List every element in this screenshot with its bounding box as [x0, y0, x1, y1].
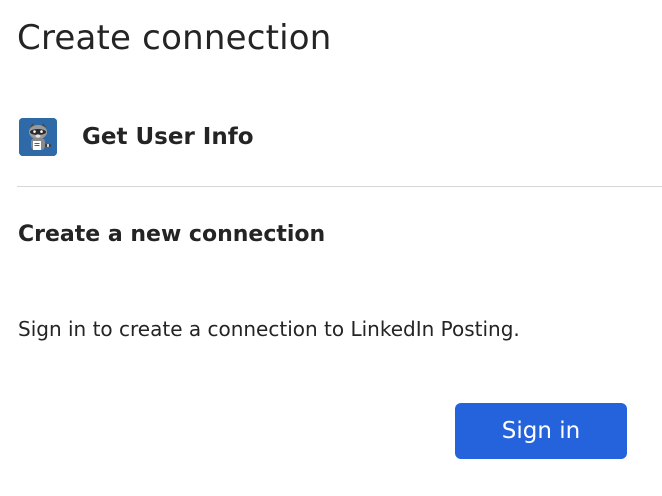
raccoon-logo-icon: [19, 118, 57, 156]
action-label: Get User Info: [82, 124, 254, 150]
create-connection-dialog: Create connection Get User Info Create a…: [0, 0, 662, 496]
dialog-title: Create connection: [17, 18, 332, 58]
divider: [17, 186, 662, 187]
sign-in-message: Sign in to create a connection to Linked…: [18, 317, 520, 341]
section-heading: Create a new connection: [18, 222, 326, 247]
sign-in-button[interactable]: Sign in: [455, 403, 627, 459]
action-row: Get User Info: [19, 116, 254, 158]
